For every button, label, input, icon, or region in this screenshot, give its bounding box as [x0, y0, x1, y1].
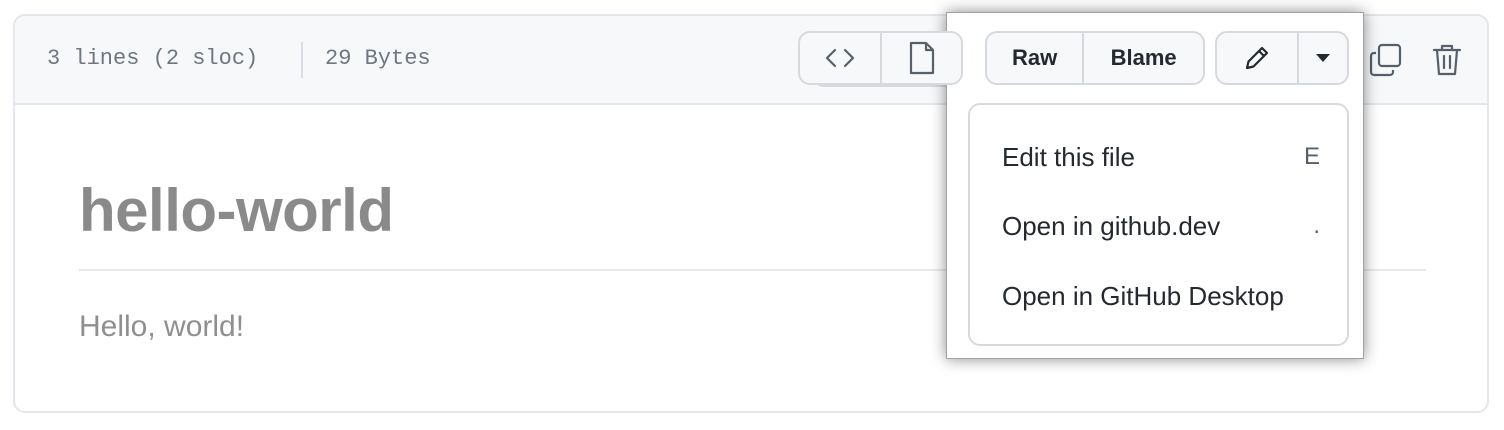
pencil-icon — [1245, 46, 1268, 70]
readme-paragraph: Hello, world! — [79, 310, 245, 343]
menu-item-shortcut: E — [1303, 143, 1320, 170]
code-view-button-highlight[interactable] — [800, 33, 880, 83]
copy-icon — [1369, 43, 1402, 77]
readme-heading: hello-world — [79, 177, 394, 244]
code-icon — [826, 48, 855, 68]
delete-button[interactable] — [1427, 40, 1467, 80]
menu-item-label: Open in github.dev — [1002, 210, 1221, 241]
menu-item-open-github-dev[interactable]: Open in github.dev . — [1002, 206, 1320, 246]
edit-dropdown-button-highlight[interactable] — [1296, 33, 1347, 83]
preview-view-button-highlight[interactable] — [880, 33, 961, 83]
line-count: 3 lines (2 sloc) — [47, 46, 259, 71]
copy-button[interactable] — [1366, 40, 1406, 80]
file-icon — [909, 41, 934, 75]
menu-item-open-github-desktop[interactable]: Open in GitHub Desktop — [1002, 276, 1320, 316]
edit-button-highlight[interactable] — [1217, 33, 1297, 83]
edit-options-menu: Edit this file E Open in github.dev . Op… — [968, 103, 1349, 346]
menu-item-shortcut: . — [1313, 212, 1320, 239]
file-size: 29 Bytes — [325, 46, 431, 71]
edit-dropdown-popover: Raw Blame Edit this file E Open in githu… — [798, 12, 1364, 359]
menu-item-edit-file[interactable]: Edit this file E — [1002, 137, 1320, 177]
edit-group-highlight — [1215, 31, 1349, 85]
trash-icon — [1432, 44, 1462, 76]
menu-item-label: Open in GitHub Desktop — [1002, 280, 1284, 311]
raw-blame-group-highlight: Raw Blame — [985, 31, 1205, 85]
triangle-down-icon — [1315, 54, 1330, 62]
blame-button-highlight[interactable]: Blame — [1082, 33, 1203, 83]
menu-item-label: Edit this file — [1002, 141, 1135, 172]
view-toggle-group-highlight — [798, 31, 963, 85]
header-divider — [301, 42, 303, 78]
raw-button-highlight[interactable]: Raw — [987, 33, 1082, 83]
